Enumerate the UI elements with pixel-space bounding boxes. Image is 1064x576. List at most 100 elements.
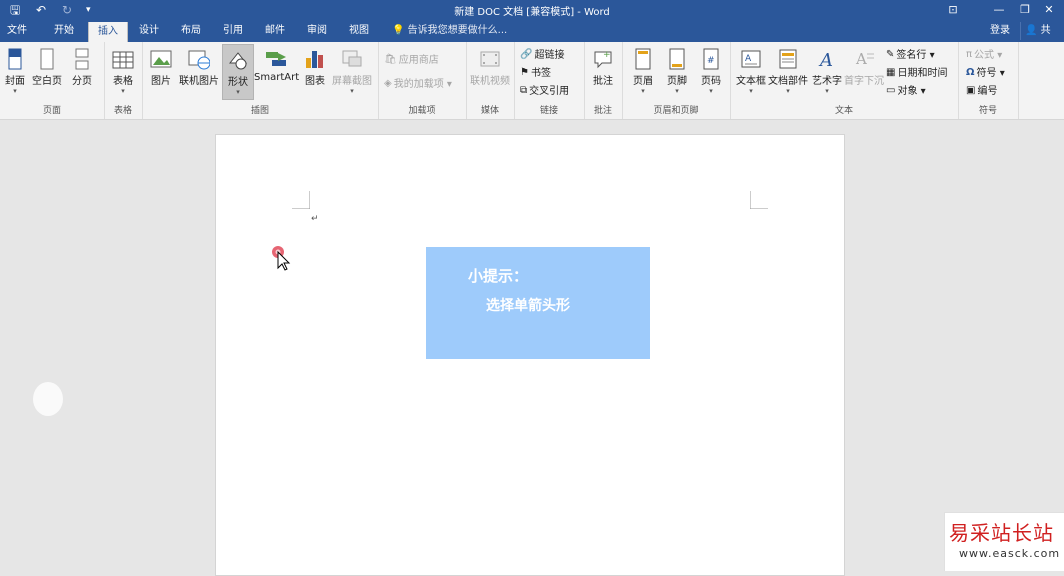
svg-text:A: A	[855, 50, 867, 68]
quick-parts-button[interactable]: 文档部件 ▾	[768, 48, 808, 95]
tab-references[interactable]: 引用	[216, 20, 250, 42]
textbox-icon: A	[741, 50, 761, 68]
cover-page-button[interactable]: 封面 ▾	[4, 48, 26, 95]
screenshot-icon	[342, 50, 362, 67]
comment-button[interactable]: + 批注	[588, 48, 618, 87]
chart-button[interactable]: 图表	[302, 48, 328, 87]
link-icon: 🔗	[520, 49, 533, 60]
margin-corner-top-left	[292, 191, 310, 209]
blank-page-button[interactable]: 空白页	[30, 48, 64, 87]
page-break-button[interactable]: 分页	[68, 48, 96, 87]
ribbon-insert: 封面 ▾ 空白页 分页 页面 表格 ▾ 表格 图片 联机图片 形状 ▾ Smar…	[0, 42, 1064, 120]
symbol-button[interactable]: Ω 符号 ▾	[966, 65, 1005, 81]
header-button[interactable]: 页眉 ▾	[628, 48, 658, 95]
svg-text:A: A	[745, 54, 752, 64]
number-icon: ▣	[966, 85, 976, 96]
group-label-addins: 加载项	[408, 106, 436, 116]
omega-icon: Ω	[966, 67, 975, 78]
screenshot-button[interactable]: 屏幕截图 ▾	[330, 48, 374, 95]
addins-icon: ◈	[384, 78, 392, 89]
cross-reference-button[interactable]: ⧉ 交叉引用	[520, 83, 569, 99]
tab-design[interactable]: 设计	[132, 20, 166, 42]
tab-view[interactable]: 视图	[342, 20, 376, 42]
cover-page-icon	[8, 48, 22, 70]
object-button[interactable]: ▭ 对象 ▾	[886, 83, 926, 99]
tip-body: 选择单箭头形	[486, 298, 570, 314]
group-label-media: 媒体	[480, 106, 499, 116]
picture-icon	[150, 50, 172, 68]
person-icon: 👤	[1025, 25, 1038, 36]
document-workspace: ↵ 小提示： 选择单箭头形	[0, 120, 1064, 576]
group-label-pages: 页面	[42, 106, 61, 116]
film-icon	[480, 51, 500, 67]
title-bar: 🖫 ↶ ↻ ▾ 新建 DOC 文档 [兼容模式] - Word ⊡ — ❐ ✕	[0, 0, 1064, 20]
page-number-button[interactable]: # 页码 ▾	[696, 48, 726, 95]
cross-reference-icon: ⧉	[520, 85, 528, 96]
close-button[interactable]: ✕	[1026, 0, 1064, 20]
margin-corner-top-right	[750, 191, 768, 209]
shapes-button[interactable]: 形状 ▾	[222, 44, 254, 100]
table-icon	[112, 51, 134, 69]
share-button[interactable]: 👤 共享	[1020, 22, 1064, 54]
group-comments: + 批注 批注	[584, 42, 623, 119]
svg-text:A: A	[818, 50, 833, 70]
store-icon: 🛍	[384, 54, 397, 65]
online-picture-button[interactable]: 联机图片	[178, 48, 220, 87]
group-label-comments: 批注	[593, 106, 612, 116]
header-icon	[635, 48, 651, 70]
online-picture-icon	[188, 50, 210, 70]
equation-button[interactable]: π 公式 ▾	[966, 47, 1002, 63]
pi-icon: π	[966, 49, 973, 60]
site-watermark: 易采站长站 www.easck.com	[944, 512, 1064, 571]
window-title: 新建 DOC 文档 [兼容模式] - Word	[454, 7, 610, 18]
group-symbols: π 公式 ▾ Ω 符号 ▾ ▣ 编号 符号	[958, 42, 1019, 119]
group-label-illustrations: 插图	[250, 106, 269, 116]
hyperlink-button[interactable]: 🔗 超链接	[520, 47, 564, 63]
wordart-icon: A	[818, 50, 833, 70]
tell-me-text: 告诉我您想要做什么...	[407, 25, 508, 36]
calendar-icon: ▦	[886, 67, 896, 78]
wordart-button[interactable]: A 艺术字 ▾	[810, 48, 844, 95]
signature-line-button[interactable]: ✎ 签名行 ▾	[886, 47, 935, 63]
tab-mailings[interactable]: 邮件	[258, 20, 292, 42]
lightbulb-icon: 💡	[392, 25, 405, 36]
online-video-button[interactable]: 联机视频	[470, 48, 510, 87]
footer-button[interactable]: 页脚 ▾	[662, 48, 692, 95]
document-page[interactable]: ↵ 小提示： 选择单箭头形	[215, 134, 845, 576]
tab-layout[interactable]: 布局	[174, 20, 208, 42]
tab-review[interactable]: 审阅	[300, 20, 334, 42]
picture-button[interactable]: 图片	[148, 48, 174, 87]
tab-file[interactable]: 文件	[0, 20, 34, 42]
group-addins: 🛍 应用商店 ◈ 我的加载项 ▾ 加载项	[378, 42, 467, 119]
drop-cap-button[interactable]: A 首字下沉	[844, 48, 884, 87]
bookmark-button[interactable]: ⚑ 书签	[520, 65, 551, 81]
page-break-icon	[75, 48, 89, 70]
paragraph-mark: ↵	[311, 214, 319, 224]
number-button[interactable]: ▣ 编号	[966, 83, 997, 99]
flag-icon: ⚑	[520, 67, 529, 78]
quick-parts-icon	[779, 49, 797, 69]
svg-text:#: #	[707, 56, 715, 66]
sign-in-link[interactable]: 登录	[990, 20, 1010, 42]
footer-icon	[669, 48, 685, 70]
tell-me-box[interactable]: 💡 告诉我您想要做什么...	[392, 20, 507, 42]
group-text: A 文本框 ▾ 文档部件 ▾ A 艺术字 ▾ A 首字下沉 ✎ 签名行 ▾ ▦ 日期…	[730, 42, 959, 119]
store-button[interactable]: 🛍 应用商店	[384, 52, 439, 68]
ribbon-display-options-icon[interactable]: ⊡	[930, 0, 976, 20]
group-label-links: 链接	[539, 106, 558, 116]
chart-icon	[306, 51, 323, 68]
date-time-button[interactable]: ▦ 日期和时间	[886, 65, 947, 81]
textbox-button[interactable]: A 文本框 ▾	[734, 48, 768, 95]
smartart-button[interactable]: SmartArt	[254, 48, 299, 83]
table-button[interactable]: 表格 ▾	[108, 48, 138, 95]
tab-insert[interactable]: 插入	[88, 22, 128, 42]
smartart-icon	[266, 52, 286, 66]
object-icon: ▭	[886, 85, 896, 96]
my-addins-button[interactable]: ◈ 我的加载项 ▾	[384, 76, 452, 92]
mouse-cursor-icon	[272, 246, 291, 271]
signature-icon: ✎	[886, 49, 895, 60]
comment-icon: +	[594, 50, 612, 69]
group-pages: 封面 ▾ 空白页 分页 页面	[0, 42, 105, 119]
group-table: 表格 ▾ 表格	[104, 42, 143, 119]
tab-home[interactable]: 开始	[46, 20, 82, 42]
